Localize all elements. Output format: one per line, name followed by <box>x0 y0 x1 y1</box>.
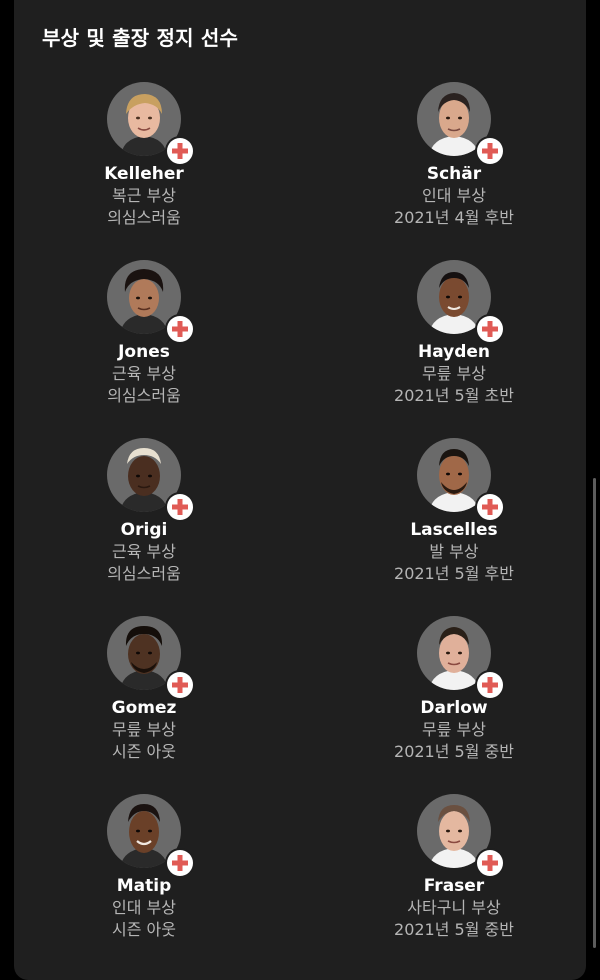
injury-cross-icon <box>167 316 193 342</box>
player-card-schar[interactable]: Schär 인대 부상 2021년 4월 후반 <box>334 82 574 229</box>
injury-type: 사타구니 부상 <box>407 898 501 917</box>
player-name: Darlow <box>420 698 488 718</box>
return-status: 2021년 5월 중반 <box>394 742 514 761</box>
injury-cross-icon <box>477 850 503 876</box>
injury-cross-icon <box>167 672 193 698</box>
player-name: Schär <box>426 164 482 184</box>
return-status: 2021년 4월 후반 <box>394 208 514 227</box>
avatar-container <box>417 82 503 164</box>
player-name: Fraser <box>423 876 485 896</box>
return-status: 2021년 5월 중반 <box>394 920 514 939</box>
injury-cross-icon <box>477 494 503 520</box>
player-card-darlow[interactable]: Darlow 무릎 부상 2021년 5월 중반 <box>334 616 574 763</box>
injury-type: 복근 부상 <box>112 186 176 205</box>
return-status: 2021년 5월 초반 <box>394 386 514 405</box>
injury-type: 무릎 부상 <box>422 720 486 739</box>
avatar-container <box>107 616 193 698</box>
player-card-lascelles[interactable]: Lascelles 발 부상 2021년 5월 후반 <box>334 438 574 585</box>
injury-cross-icon <box>477 138 503 164</box>
player-card-jones[interactable]: Jones 근육 부상 의심스러움 <box>24 260 264 407</box>
injury-type: 근육 부상 <box>112 542 176 561</box>
avatar-container <box>107 794 193 876</box>
avatar-container <box>417 794 503 876</box>
player-card-hayden[interactable]: Hayden 무릎 부상 2021년 5월 초반 <box>334 260 574 407</box>
player-card-kelleher[interactable]: Kelleher 복근 부상 의심스러움 <box>24 82 264 229</box>
injury-cross-icon <box>477 316 503 342</box>
injury-type: 인대 부상 <box>422 186 486 205</box>
return-status: 2021년 5월 후반 <box>394 564 514 583</box>
player-card-matip[interactable]: Matip 인대 부상 시즌 아웃 <box>24 794 264 941</box>
injury-cross-icon <box>477 672 503 698</box>
player-name: Kelleher <box>104 164 184 184</box>
return-status: 의심스러움 <box>107 208 181 227</box>
injury-type: 발 부상 <box>429 542 479 561</box>
return-status: 시즌 아웃 <box>112 920 176 939</box>
avatar-container <box>107 260 193 342</box>
injury-type: 근육 부상 <box>112 364 176 383</box>
player-card-gomez[interactable]: Gomez 무릎 부상 시즌 아웃 <box>24 616 264 763</box>
player-name: Lascelles <box>410 520 498 540</box>
return-status: 시즌 아웃 <box>112 742 176 761</box>
injury-cross-icon <box>167 494 193 520</box>
scrollbar[interactable] <box>593 478 596 948</box>
avatar-container <box>417 260 503 342</box>
injury-type: 무릎 부상 <box>422 364 486 383</box>
injury-cross-icon <box>167 850 193 876</box>
avatar-container <box>107 82 193 164</box>
section-title: 부상 및 출장 정지 선수 <box>42 26 239 50</box>
return-status: 의심스러움 <box>107 564 181 583</box>
return-status: 의심스러움 <box>107 386 181 405</box>
injury-type: 무릎 부상 <box>112 720 176 739</box>
avatar-container <box>107 438 193 520</box>
player-name: Origi <box>120 520 168 540</box>
player-card-origi[interactable]: Origi 근육 부상 의심스러움 <box>24 438 264 585</box>
player-name: Hayden <box>417 342 491 362</box>
player-name: Matip <box>116 876 172 896</box>
player-name: Gomez <box>111 698 177 718</box>
avatar-container <box>417 616 503 698</box>
player-name: Jones <box>118 342 170 362</box>
injury-cross-icon <box>167 138 193 164</box>
avatar-container <box>417 438 503 520</box>
injury-type: 인대 부상 <box>112 898 176 917</box>
player-card-fraser[interactable]: Fraser 사타구니 부상 2021년 5월 중반 <box>334 794 574 941</box>
